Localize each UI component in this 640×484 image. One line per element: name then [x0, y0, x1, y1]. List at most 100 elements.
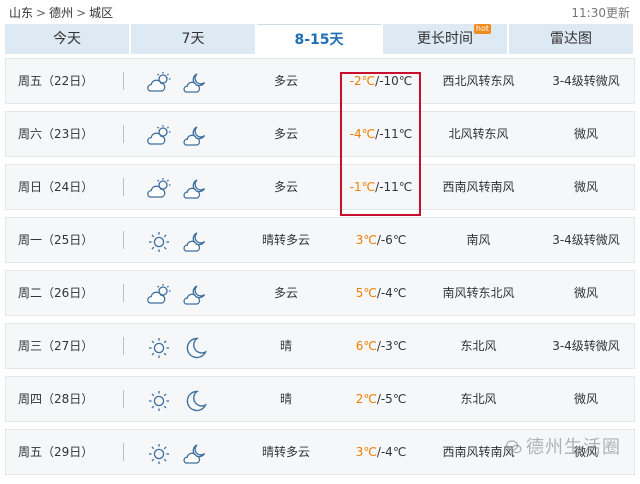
cloudy-sun-icon [146, 175, 172, 199]
tab-label: 7天 [181, 31, 205, 47]
breadcrumb-separator: > [76, 6, 87, 20]
cloudy-sun-icon [146, 69, 172, 93]
forecast-date: 周五（29日） [18, 445, 94, 459]
temp-high: 2℃ [355, 392, 377, 406]
temperature-range: 3℃/-6℃ [341, 218, 421, 262]
wind-direction: 西北风转东风 [442, 74, 515, 88]
forecast-row: 周日（24日） 多云 -1℃/-11℃ 西南风转南风 微风 [5, 164, 635, 210]
sun-icon [146, 334, 172, 358]
weather-icons [146, 377, 216, 421]
weather-condition: 晴 [279, 392, 292, 406]
breadcrumb: 山东 > 德州 > 城区 [9, 4, 113, 21]
night-cloud-icon [182, 228, 208, 252]
forecast-row: 周六（23日） 多云 -4℃/-11℃ 北风转东风 微风 [5, 111, 635, 157]
night-cloud-icon [182, 69, 208, 93]
breadcrumb-district: 城区 [89, 6, 114, 20]
weather-icons [146, 324, 216, 368]
tab-longer-term[interactable]: 更长时间 hot [383, 24, 507, 54]
forecast-row: 周五（22日） 多云 -2℃/-10℃ 西北风转东风 3-4级转微风 [5, 58, 635, 104]
temp-high: -4℃ [349, 127, 376, 141]
watermark: 德州生活圈 [506, 433, 621, 459]
update-time: 11:30更新 [571, 6, 630, 20]
wind-direction: 南风 [466, 233, 491, 247]
sun-icon [146, 228, 172, 252]
wind-direction: 东北风 [460, 339, 497, 353]
tab-label: 今天 [53, 31, 81, 47]
watermark-text: 德州生活圈 [526, 437, 621, 458]
forecast-list: 周五（22日） 多云 -2℃/-10℃ 西北风转东风 3-4级转微风 周六（23日） 多云 -… [5, 58, 635, 482]
forecast-date: 周二（26日） [18, 286, 94, 300]
wind-level: 3-4级转微风 [552, 233, 620, 247]
temperature-range: -2℃/-10℃ [341, 59, 421, 103]
hot-badge: hot [473, 24, 491, 34]
row-divider [123, 284, 124, 302]
forecast-date: 周五（22日） [18, 74, 94, 88]
sun-icon [146, 440, 172, 464]
temp-low: /-11℃ [375, 127, 413, 141]
row-divider [123, 72, 124, 90]
forecast-row: 周一（25日） 晴转多云 3℃/-6℃ 南风 3-4级转微风 [5, 217, 635, 263]
weather-icons [146, 271, 216, 315]
temp-high: 3℃ [355, 445, 377, 459]
wind-direction: 北风转东风 [448, 127, 509, 141]
tab-label: 更长时间 [417, 31, 473, 47]
row-divider [123, 443, 124, 461]
cloudy-sun-icon [146, 281, 172, 305]
temp-low: /-3℃ [376, 339, 407, 353]
temperature-range: -4℃/-11℃ [341, 112, 421, 156]
temp-high: 6℃ [355, 339, 377, 353]
wind-level: 微风 [573, 127, 598, 141]
wind-direction: 南风转东北风 [442, 286, 515, 300]
tab-label: 8-15天 [294, 32, 344, 48]
weather-condition: 晴转多云 [261, 445, 310, 459]
wind-direction: 西南风转南风 [442, 180, 515, 194]
forecast-date: 周日（24日） [18, 180, 94, 194]
breadcrumb-city[interactable]: 德州 [49, 6, 73, 20]
row-divider [123, 178, 124, 196]
temp-high: -1℃ [349, 180, 376, 194]
forecast-row: 周四（28日） 晴 2℃/-5℃ 东北风 微风 [5, 376, 635, 422]
wind-level: 微风 [573, 180, 598, 194]
tab-8-15-days[interactable]: 8-15天 [257, 24, 381, 54]
temp-low: /-10℃ [375, 74, 413, 88]
forecast-row: 周三（27日） 晴 6℃/-3℃ 东北风 3-4级转微风 [5, 323, 635, 369]
row-divider [123, 125, 124, 143]
tab-label: 雷达图 [550, 31, 592, 47]
row-divider [123, 337, 124, 355]
weather-condition: 多云 [273, 180, 298, 194]
wind-level: 3-4级转微风 [552, 74, 620, 88]
moon-icon [182, 387, 208, 412]
forecast-row: 周二（26日） 多云 5℃/-4℃ 南风转东北风 微风 [5, 270, 635, 316]
temperature-range: 2℃/-5℃ [341, 377, 421, 421]
wechat-icon [506, 440, 522, 454]
tab-today[interactable]: 今天 [5, 24, 129, 54]
row-divider [123, 390, 124, 408]
weather-icons [146, 430, 216, 474]
moon-icon [182, 334, 208, 359]
weather-condition: 晴转多云 [261, 233, 310, 247]
tab-radar[interactable]: 雷达图 [509, 24, 633, 54]
forecast-date: 周四（28日） [18, 392, 94, 406]
temp-low: /-4℃ [376, 445, 407, 459]
forecast-date: 周一（25日） [18, 233, 94, 247]
night-cloud-icon [182, 281, 208, 305]
forecast-tabs: 今天 7天 8-15天 更长时间 hot 雷达图 [5, 24, 635, 54]
breadcrumb-province[interactable]: 山东 [9, 6, 33, 20]
night-cloud-icon [182, 122, 208, 146]
weather-condition: 多云 [273, 74, 298, 88]
temp-low: /-4℃ [376, 286, 407, 300]
weather-icons [146, 112, 216, 156]
forecast-date: 周三（27日） [18, 339, 94, 353]
weather-condition: 多云 [273, 127, 298, 141]
wind-level: 微风 [573, 286, 598, 300]
wind-level: 微风 [573, 392, 598, 406]
temperature-range: 5℃/-4℃ [341, 271, 421, 315]
temp-high: 3℃ [355, 233, 377, 247]
weather-condition: 多云 [273, 286, 298, 300]
night-cloud-icon [182, 440, 208, 464]
weather-icons [146, 165, 216, 209]
breadcrumb-separator: > [36, 6, 47, 20]
tab-7-days[interactable]: 7天 [131, 24, 255, 54]
row-divider [123, 231, 124, 249]
temp-low: /-6℃ [376, 233, 407, 247]
